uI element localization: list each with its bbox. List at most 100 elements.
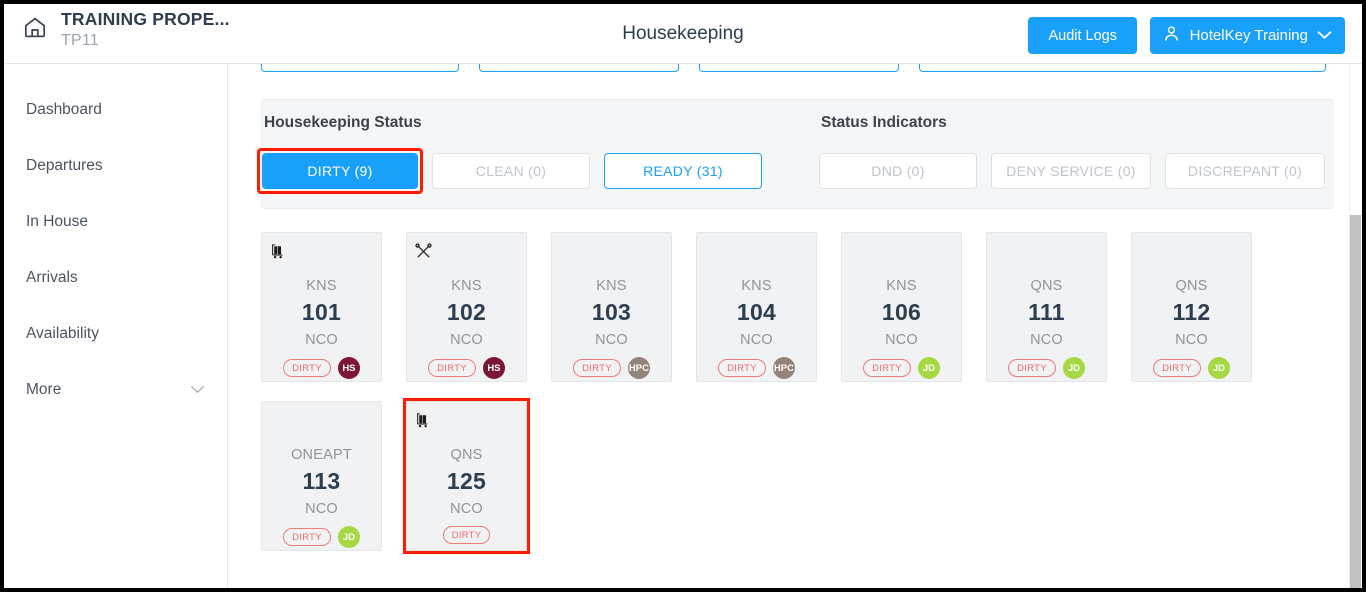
- room-card-footer: DIRTY HPC: [573, 357, 650, 379]
- filter-box-partial-2[interactable]: [479, 64, 679, 72]
- maintenance-tools-icon: [414, 242, 432, 260]
- avatar: JD: [337, 526, 360, 548]
- room-number-label: 103: [591, 299, 632, 325]
- room-number-label: 111: [1028, 299, 1065, 325]
- room-card[interactable]: KNS 101 NCO DIRTY HS: [261, 232, 382, 382]
- sidebar-item-label: Availability: [26, 325, 99, 342]
- room-type-label: KNS: [306, 278, 337, 294]
- filter-discrepant-button[interactable]: DISCREPANT (0): [1165, 153, 1325, 189]
- status-badge: DIRTY: [1008, 359, 1056, 377]
- sidebar-item-label: Arrivals: [26, 269, 78, 286]
- status-badge: DIRTY: [1153, 359, 1201, 377]
- room-number-label: 104: [736, 299, 777, 325]
- app-window: TRAINING PROPE... TP11 Housekeeping Audi…: [4, 4, 1362, 588]
- sidebar-item-label: Dashboard: [26, 101, 102, 118]
- room-number-label: 113: [302, 468, 341, 494]
- room-number-label: 112: [1172, 299, 1211, 325]
- avatar: JD: [917, 357, 940, 379]
- housekeeping-status-label: Housekeeping Status: [264, 114, 422, 131]
- filter-clean-button[interactable]: CLEAN (0): [432, 153, 590, 189]
- room-occupancy-label: NCO: [885, 332, 918, 348]
- room-card[interactable]: KNS 102 NCO DIRTY HS: [406, 232, 527, 382]
- filter-ready-button[interactable]: READY (31): [604, 153, 762, 189]
- room-card[interactable]: KNS 104 NCO DIRTY HPC: [696, 232, 817, 382]
- room-card[interactable]: KNS 103 NCO DIRTY HPC: [551, 232, 672, 382]
- scrolled-filter-row: [261, 64, 1334, 72]
- sidebar-item-label: Departures: [26, 157, 103, 174]
- main-content: Housekeeping Status DIRTY (9) CLEAN (0) …: [229, 64, 1362, 588]
- room-occupancy-label: NCO: [305, 501, 338, 517]
- room-type-label: KNS: [886, 278, 917, 294]
- room-card[interactable]: QNS 125 NCO DIRTY: [403, 398, 530, 554]
- sidebar-item-label: More: [26, 381, 62, 398]
- sidebar-item-arrivals[interactable]: Arrivals: [4, 250, 227, 306]
- room-grid: KNS 101 NCO DIRTY HS KNS 102 NCO DIRTY HS KNS 103 NC…: [261, 232, 1341, 554]
- sidebar-item-label: In House: [26, 213, 89, 230]
- room-card[interactable]: QNS 112 NCO DIRTY JD: [1131, 232, 1252, 382]
- property-code: TP11: [61, 31, 99, 49]
- property-brand[interactable]: TRAINING PROPE... TP11: [22, 9, 230, 50]
- filter-box-partial-4[interactable]: [919, 64, 1326, 72]
- room-card-footer: DIRTY HS: [283, 357, 360, 379]
- room-number-label: 101: [301, 299, 342, 325]
- sidebar-item-departures[interactable]: Departures: [4, 138, 227, 194]
- status-badge: DIRTY: [283, 359, 331, 377]
- filter-deny-service-button[interactable]: DENY SERVICE (0): [991, 153, 1151, 189]
- room-number-label: 106: [881, 299, 922, 325]
- room-number-label: 125: [446, 468, 487, 494]
- room-occupancy-label: NCO: [1175, 332, 1208, 348]
- room-type-label: KNS: [451, 278, 482, 294]
- room-card-footer: DIRTY: [442, 526, 491, 544]
- filter-box-partial-1[interactable]: [261, 64, 459, 72]
- status-badge: DIRTY: [718, 359, 766, 377]
- luggage-cart-icon: [414, 411, 432, 429]
- luggage-cart-icon: [269, 242, 287, 260]
- avatar: JD: [1062, 357, 1085, 379]
- status-badge: DIRTY: [863, 359, 911, 377]
- avatar: JD: [1207, 357, 1230, 379]
- dirty-filter-selection-ring: DIRTY (9): [257, 148, 423, 194]
- main-scrollbar-track[interactable]: [1349, 64, 1362, 588]
- room-card[interactable]: QNS 111 NCO DIRTY JD: [986, 232, 1107, 382]
- avatar: HS: [337, 357, 360, 379]
- filter-box-partial-3[interactable]: [699, 64, 899, 72]
- room-card-footer: DIRTY JD: [863, 357, 940, 379]
- room-card[interactable]: ONEAPT 113 NCO DIRTY JD: [261, 401, 382, 551]
- room-type-label: QNS: [1175, 278, 1208, 294]
- room-occupancy-label: NCO: [595, 332, 628, 348]
- room-occupancy-label: NCO: [1030, 332, 1063, 348]
- room-number-label: 102: [446, 299, 487, 325]
- person-icon: [1162, 24, 1181, 47]
- status-badge: DIRTY: [283, 528, 331, 546]
- room-card[interactable]: KNS 106 NCO DIRTY JD: [841, 232, 962, 382]
- main-scrollbar-thumb[interactable]: [1350, 215, 1361, 588]
- status-filter-panel: Housekeeping Status DIRTY (9) CLEAN (0) …: [257, 99, 1334, 209]
- room-type-label: ONEAPT: [291, 447, 352, 463]
- sidebar-item-more[interactable]: More: [4, 362, 227, 418]
- avatar: HPC: [627, 357, 650, 379]
- avatar: HPC: [772, 357, 795, 379]
- room-occupancy-label: NCO: [740, 332, 773, 348]
- home-icon: [22, 15, 48, 45]
- sidebar-item-availability[interactable]: Availability: [4, 306, 227, 362]
- status-indicators-label: Status Indicators: [821, 114, 947, 131]
- room-occupancy-label: NCO: [450, 501, 483, 517]
- sidebar-item-in-house[interactable]: In House: [4, 194, 227, 250]
- filter-dnd-button[interactable]: DND (0): [819, 153, 977, 189]
- room-occupancy-label: NCO: [450, 332, 483, 348]
- sidebar-item-dashboard[interactable]: Dashboard: [4, 82, 227, 138]
- room-type-label: QNS: [1030, 278, 1063, 294]
- top-bar: TRAINING PROPE... TP11 Housekeeping Audi…: [4, 4, 1362, 64]
- room-type-label: KNS: [741, 278, 772, 294]
- room-occupancy-label: NCO: [305, 332, 338, 348]
- status-badge: DIRTY: [428, 359, 476, 377]
- user-menu-button[interactable]: HotelKey Training: [1149, 17, 1345, 54]
- user-name-label: HotelKey Training: [1189, 27, 1308, 44]
- property-name: TRAINING PROPE...: [61, 9, 230, 29]
- avatar: HS: [482, 357, 505, 379]
- room-card-footer: DIRTY HS: [428, 357, 505, 379]
- room-type-label: QNS: [450, 447, 483, 463]
- filter-dirty-button[interactable]: DIRTY (9): [262, 153, 418, 189]
- audit-logs-button[interactable]: Audit Logs: [1028, 17, 1137, 54]
- chevron-down-icon: [190, 383, 205, 397]
